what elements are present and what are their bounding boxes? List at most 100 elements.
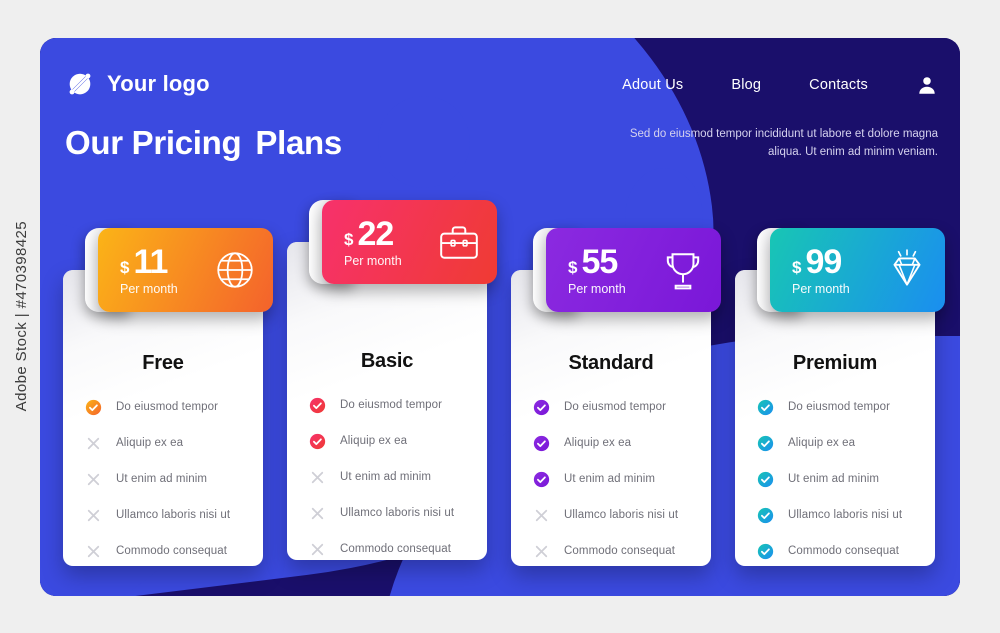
price-block: $11 Per month [120, 245, 178, 296]
feature-label: Aliquip ex ea [564, 437, 632, 449]
diamond-icon [893, 249, 921, 286]
price-period: Per month [568, 281, 626, 296]
check-circle-icon [757, 435, 774, 451]
price-period: Per month [344, 253, 402, 268]
feature-row: Commodo consequat [511, 533, 711, 569]
feature-row: Aliquip ex ea [63, 425, 263, 461]
feature-row: Do eiusmod tempor [63, 389, 263, 425]
feature-row: Do eiusmod tempor [287, 387, 487, 423]
price-amount: 11 [133, 242, 168, 281]
cross-icon [87, 509, 100, 521]
price-currency: $ [120, 257, 130, 277]
feature-row: Ut enim ad minim [63, 461, 263, 497]
price-block: $55 Per month [568, 245, 626, 296]
feature-row: Ullamco laboris nisi ut [511, 497, 711, 533]
feature-label: Do eiusmod tempor [564, 401, 667, 413]
plan-name: Free [142, 352, 184, 374]
price-period: Per month [120, 281, 178, 296]
check-circle-icon [309, 397, 326, 413]
globe-icon [217, 252, 253, 288]
check-circle-icon [757, 471, 774, 487]
feature-label: Commodo consequat [564, 545, 676, 557]
pricing-card-header: $22 Per month [322, 200, 497, 284]
feature-label: Ut enim ad minim [116, 473, 208, 485]
feature-list: Do eiusmod tempor Aliquip ex ea Ut enim ad… [735, 389, 935, 569]
check-circle-icon [533, 399, 550, 415]
hero-panel: Your logo Adout Us Blog Contacts Our Pri… [40, 38, 960, 596]
price-amount: 55 [581, 242, 618, 281]
pricing-card-header: $99 Per month [770, 228, 945, 312]
check-circle-icon [533, 471, 550, 487]
price-period: Per month [792, 281, 850, 296]
feature-row: Commodo consequat [735, 533, 935, 569]
pricing-card-header: $11 Per month [98, 228, 273, 312]
stock-watermark-text: Adobe Stock | #470398425 [12, 221, 30, 412]
price-currency: $ [792, 257, 802, 277]
feature-row: Ullamco laboris nisi ut [735, 497, 935, 533]
trophy-icon [666, 253, 700, 290]
plan-name: Standard [568, 352, 654, 374]
feature-row: Ullamco laboris nisi ut [63, 497, 263, 533]
feature-label: Ullamco laboris nisi ut [564, 509, 679, 521]
feature-list: Do eiusmod tempor Aliquip ex ea Ut enim ad… [63, 389, 263, 569]
price-block: $22 Per month [344, 217, 402, 268]
feature-row: Ut enim ad minim [511, 461, 711, 497]
feature-row: Ullamco laboris nisi ut [287, 495, 487, 531]
check-circle-icon [533, 435, 550, 451]
cross-icon [87, 473, 100, 485]
feature-list: Do eiusmod tempor Aliquip ex ea Ut enim ad… [287, 387, 487, 567]
check-circle-icon [309, 433, 326, 449]
feature-label: Aliquip ex ea [116, 437, 184, 449]
feature-label: Do eiusmod tempor [340, 399, 443, 411]
feature-label: Aliquip ex ea [340, 435, 408, 447]
check-circle-icon [85, 399, 102, 415]
pricing-page: Adobe Stock | #470398425 Your logo Adout… [0, 0, 1000, 633]
feature-list: Do eiusmod tempor Aliquip ex ea Ut enim ad… [511, 389, 711, 569]
cross-icon [311, 471, 324, 483]
feature-label: Commodo consequat [340, 543, 452, 555]
check-circle-icon [757, 399, 774, 415]
check-circle-icon [757, 543, 774, 559]
price-amount: 22 [357, 214, 394, 253]
stock-watermark: Adobe Stock | #470398425 [4, 0, 38, 633]
feature-label: Ut enim ad minim [340, 471, 432, 483]
feature-label: Commodo consequat [116, 545, 228, 557]
cross-icon [535, 509, 548, 521]
price-amount: 99 [805, 242, 842, 281]
feature-row: Aliquip ex ea [511, 425, 711, 461]
feature-label: Do eiusmod tempor [116, 401, 219, 413]
feature-row: Ut enim ad minim [287, 459, 487, 495]
feature-row: Ut enim ad minim [735, 461, 935, 497]
pricing-card-body: Free Do eiusmod tempor Aliquip ex ea Ut eni… [63, 270, 263, 566]
pricing-card-body: Premium Do eiusmod tempor Aliquip ex ea Ut … [735, 270, 935, 566]
feature-label: Ullamco laboris nisi ut [340, 507, 455, 519]
cross-icon [87, 437, 100, 449]
feature-label: Ullamco laboris nisi ut [788, 509, 903, 521]
cross-icon [311, 543, 324, 555]
feature-label: Commodo consequat [788, 545, 900, 557]
feature-label: Aliquip ex ea [788, 437, 856, 449]
cross-icon [87, 545, 100, 557]
cross-icon [311, 507, 324, 519]
plan-name: Basic [360, 350, 414, 372]
pricing-card-body: Basic Do eiusmod tempor Aliquip ex ea Ut en… [287, 242, 487, 560]
feature-row: Commodo consequat [287, 531, 487, 567]
feature-row: Aliquip ex ea [287, 423, 487, 459]
price-currency: $ [568, 257, 578, 277]
cross-icon [535, 545, 548, 557]
feature-label: Ullamco laboris nisi ut [116, 509, 231, 521]
price-block: $99 Per month [792, 245, 850, 296]
pricing-card-header: $55 Per month [546, 228, 721, 312]
pricing-card-list: Free Do eiusmod tempor Aliquip ex ea Ut eni… [40, 38, 960, 596]
pricing-card-body: Standard Do eiusmod tempor Aliquip ex ea Ut… [511, 270, 711, 566]
plan-name: Premium [792, 352, 878, 374]
feature-row: Do eiusmod tempor [511, 389, 711, 425]
price-currency: $ [344, 229, 354, 249]
feature-row: Aliquip ex ea [735, 425, 935, 461]
feature-label: Do eiusmod tempor [788, 401, 891, 413]
check-circle-icon [757, 507, 774, 523]
feature-label: Ut enim ad minim [564, 473, 656, 485]
feature-row: Do eiusmod tempor [735, 389, 935, 425]
briefcase-icon [440, 226, 478, 259]
feature-row: Commodo consequat [63, 533, 263, 569]
